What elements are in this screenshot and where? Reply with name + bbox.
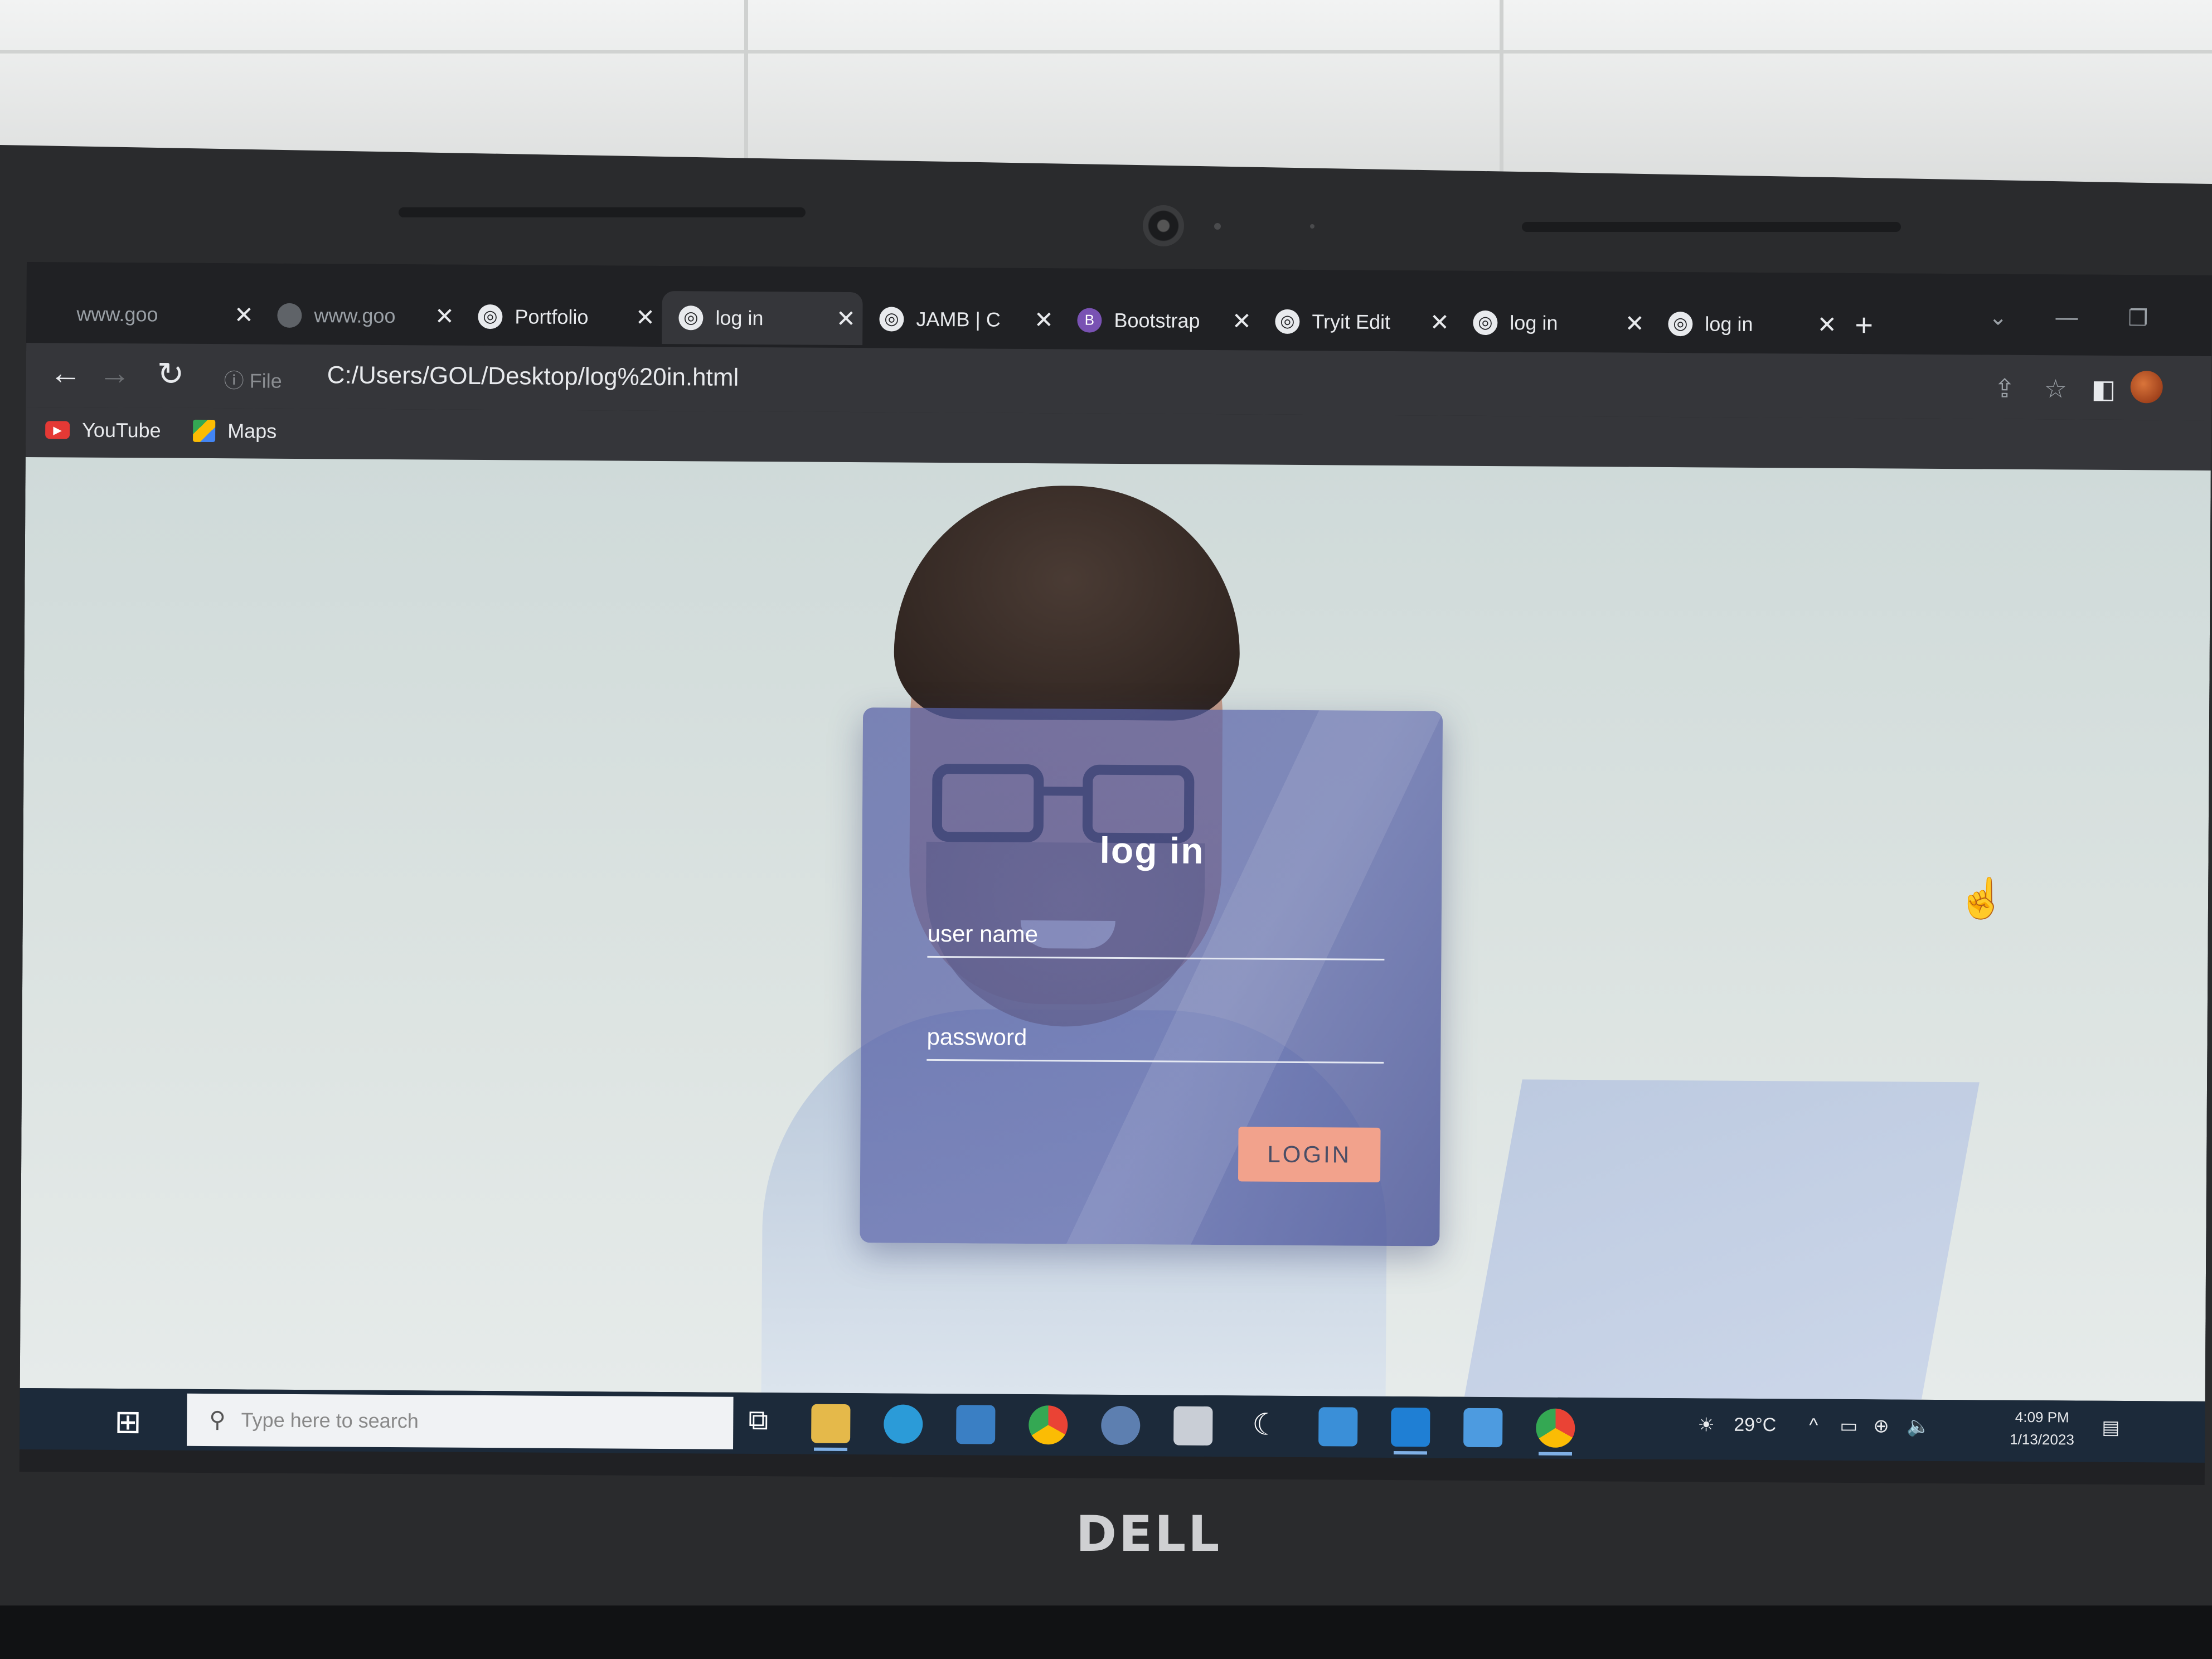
notifications-icon[interactable]: ▤ (2102, 1417, 2119, 1439)
tab-2[interactable]: www.goo ✕ (260, 289, 462, 343)
back-arrow-icon[interactable]: ← (50, 354, 82, 391)
file-explorer-icon[interactable] (811, 1404, 851, 1444)
globe-icon: ◎ (879, 306, 904, 332)
volume-icon[interactable]: 🔈 (1907, 1415, 1930, 1438)
vscode-icon[interactable] (1391, 1407, 1430, 1447)
tab-label: www.goo (76, 302, 158, 326)
loading-icon (277, 303, 302, 328)
search-placeholder: Type here to search (241, 1408, 419, 1433)
dell-logo: DELL (1076, 1505, 1222, 1563)
login-title: log in (1099, 829, 1205, 871)
bookmark-youtube[interactable]: ▶ YouTube (45, 418, 161, 442)
task-view-icon[interactable]: ⧉ (739, 1404, 778, 1443)
globe-icon: ◎ (1275, 309, 1300, 334)
network-icon[interactable]: ⊕ (1873, 1415, 1889, 1437)
chevron-up-icon[interactable]: ^ (1809, 1415, 1818, 1437)
tab-label: Portfolio (515, 304, 589, 328)
photos-icon[interactable] (1463, 1408, 1503, 1448)
bootstrap-icon: B (1077, 308, 1102, 333)
share-icon[interactable]: ⇪ (1994, 373, 2016, 404)
tab-close-icon[interactable]: ✕ (1810, 311, 1844, 338)
tab-close-icon[interactable]: ✕ (829, 305, 862, 332)
info-icon: ⓘ (224, 369, 250, 392)
restore-icon[interactable]: ❐ (2128, 305, 2148, 331)
webcam (1143, 205, 1184, 246)
store-icon[interactable] (1173, 1406, 1213, 1446)
weather-icon[interactable]: ☀ (1697, 1414, 1715, 1436)
minimize-icon[interactable]: — (2055, 305, 2078, 330)
login-form: log in LOGIN (860, 707, 1443, 1246)
globe-icon: ◎ (678, 305, 704, 330)
app-icon[interactable]: ☾ (1246, 1406, 1285, 1445)
tab-3[interactable]: ◎ Portfolio ✕ (461, 290, 662, 344)
username-input[interactable] (927, 911, 1385, 961)
tab-label: log in (1510, 311, 1558, 334)
hair (894, 484, 1241, 721)
bookmark-maps[interactable]: Maps (193, 419, 276, 443)
taskbar-clock[interactable]: 4:09 PM 1/13/2023 (2010, 1406, 2074, 1451)
edge-icon[interactable] (884, 1404, 923, 1444)
tab-5[interactable]: ◎ JAMB | C ✕ (862, 292, 1061, 346)
page-viewport: log in LOGIN ☝ (20, 457, 2211, 1401)
address-bar[interactable]: C:/Users/GOL/Desktop/log%20in.html (327, 361, 739, 392)
tab-close-icon[interactable]: ✕ (227, 301, 260, 328)
chrome-icon[interactable] (1029, 1405, 1068, 1445)
youtube-icon: ▶ (45, 421, 70, 439)
search-icon: ⚲ (209, 1408, 226, 1433)
tab-label: www.goo (314, 303, 396, 327)
tab-label: log in (1705, 312, 1753, 336)
webcam-indicator (1214, 223, 1221, 230)
clock-time: 4:09 PM (2015, 1408, 2069, 1426)
tab-9[interactable]: ◎ log in ✕ (1651, 297, 1844, 351)
tab-6[interactable]: B Bootstrap ✕ (1060, 293, 1259, 347)
globe-icon: ◎ (1668, 311, 1693, 336)
forward-arrow-icon[interactable]: → (99, 355, 131, 392)
tab-close-icon[interactable]: ✕ (1225, 307, 1258, 334)
tab-label: Bootstrap (1114, 308, 1200, 332)
clock-date: 1/13/2023 (2010, 1430, 2074, 1448)
laptop-hinge (0, 1605, 2212, 1659)
tab-7[interactable]: ◎ Tryit Edit ✕ (1258, 294, 1457, 348)
star-icon[interactable]: ☆ (2044, 373, 2068, 404)
password-input[interactable] (926, 1014, 1384, 1064)
tab-close-icon[interactable]: ✕ (1618, 309, 1651, 337)
bookmark-label: Maps (227, 419, 277, 443)
chevron-down-icon[interactable]: ⌄ (1988, 305, 2007, 331)
weather-temperature[interactable]: 29°C (1734, 1414, 1776, 1436)
globe-icon: ◎ (478, 304, 503, 329)
app-icon[interactable] (1101, 1405, 1141, 1445)
windows-start-icon[interactable]: ⊞ (114, 1403, 142, 1440)
bookmark-label: YouTube (82, 418, 161, 442)
hand-cursor-icon: ☝ (1957, 876, 2006, 920)
new-tab-button[interactable]: + (1855, 307, 1873, 343)
app-icon[interactable] (956, 1405, 996, 1444)
mail-icon[interactable] (1318, 1407, 1358, 1447)
battery-icon[interactable]: ▭ (1840, 1415, 1857, 1437)
login-button[interactable]: LOGIN (1238, 1127, 1381, 1182)
globe-icon: ◎ (1473, 310, 1498, 335)
taskbar-search[interactable]: ⚲ Type here to search (187, 1393, 734, 1449)
tab-1[interactable]: www.goo ✕ (60, 287, 261, 341)
speaker-grille-right (1522, 222, 1901, 232)
reload-icon[interactable]: ↻ (157, 355, 185, 392)
tab-close-icon[interactable]: ✕ (628, 304, 662, 331)
laptop-screen: www.goo ✕ www.goo ✕ ◎ Portfolio ✕ ◎ log … (19, 262, 2212, 1485)
chrome-active-icon[interactable] (1536, 1408, 1575, 1448)
tab-8[interactable]: ◎ log in ✕ (1456, 296, 1652, 350)
background-laptop-image (1451, 1079, 1980, 1401)
file-label: File (249, 369, 282, 392)
speaker-grille-left (399, 207, 806, 217)
tab-label: Tryit Edit (1312, 309, 1391, 333)
tab-label: log in (715, 306, 764, 329)
tab-close-icon[interactable]: ✕ (1423, 308, 1456, 336)
tab-close-icon[interactable]: ✕ (428, 302, 461, 329)
sensor-dot (1310, 224, 1314, 229)
profile-avatar[interactable] (2130, 371, 2163, 404)
tab-close-icon[interactable]: ✕ (1027, 306, 1060, 333)
side-panel-icon[interactable]: ◧ (2092, 374, 2116, 404)
tab-4-active[interactable]: ◎ log in ✕ (662, 290, 863, 346)
maps-icon (193, 419, 216, 443)
tab-label: JAMB | C (916, 307, 1001, 331)
site-info[interactable]: ⓘ File (224, 365, 282, 394)
